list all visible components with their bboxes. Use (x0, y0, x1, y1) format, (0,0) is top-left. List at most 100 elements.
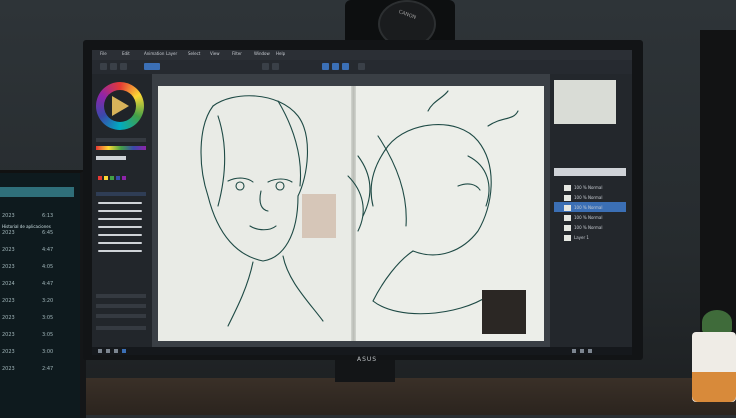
menu-item[interactable]: Select (188, 51, 200, 56)
menu-item[interactable]: View (210, 51, 220, 56)
menu-item[interactable]: Filter (232, 51, 242, 56)
list-item[interactable]: 2023 6:45 (2, 230, 72, 242)
list-item-time: 4:47 (42, 247, 54, 253)
list-item-time: 2:47 (42, 366, 54, 372)
new-file-icon[interactable] (100, 63, 107, 70)
volume-icon[interactable] (580, 349, 584, 353)
swatch[interactable] (104, 176, 108, 180)
list-item-time: 6:13 (42, 213, 54, 219)
layer-name: 100 % Normal (574, 205, 603, 210)
menu-item[interactable]: Window (254, 51, 270, 56)
left-pupil-left (235, 181, 245, 191)
menu-item[interactable]: Layer (166, 51, 177, 56)
opacity-slider[interactable] (96, 304, 146, 308)
app-icon[interactable] (122, 349, 126, 353)
hue-slider[interactable] (96, 146, 146, 150)
swatch[interactable] (122, 176, 126, 180)
layer-row[interactable]: 100 % Normal (554, 224, 626, 232)
reference-photo-profiles[interactable] (482, 290, 526, 334)
layer-row[interactable]: Layer 1 (554, 234, 626, 242)
left-tool-panel (92, 74, 152, 347)
layer-thumbnail (564, 235, 571, 241)
list-item-date: 2023 (2, 315, 15, 321)
brush-preset[interactable] (98, 234, 142, 236)
list-item-date: 2023 (2, 230, 15, 236)
brush-tab-active[interactable] (96, 192, 146, 196)
list-item-time: 6:45 (42, 230, 54, 236)
list-item-time: 3:20 (42, 298, 54, 304)
start-icon[interactable] (98, 349, 102, 353)
list-item[interactable]: 2023 3:05 (2, 332, 72, 344)
list-item[interactable]: 2023 2:47 (2, 366, 72, 378)
layer-blend-select[interactable] (554, 168, 626, 176)
navigator-thumbnail[interactable] (554, 80, 616, 124)
right-hair-strand (357, 155, 371, 217)
left-mouth (249, 225, 277, 231)
save-icon[interactable] (120, 63, 127, 70)
list-item[interactable]: 2023 3:20 (2, 298, 72, 310)
list-item[interactable]: 2023 4:47 (2, 247, 72, 259)
brush-preset[interactable] (98, 226, 142, 228)
color-picker-triangle[interactable] (112, 96, 129, 116)
swatch[interactable] (98, 176, 102, 180)
list-item-date: 2023 (2, 298, 15, 304)
right-head-outline (387, 124, 492, 256)
list-item[interactable]: 2023 3:05 (2, 315, 72, 327)
layer-thumbnail (564, 185, 571, 191)
transform-icon[interactable] (342, 63, 349, 70)
layer-thumbnail (564, 205, 571, 211)
color-slider[interactable] (96, 138, 146, 142)
files-icon[interactable] (114, 349, 118, 353)
redo-icon[interactable] (272, 63, 279, 70)
search-icon[interactable] (106, 349, 110, 353)
current-color-swatch[interactable] (96, 156, 126, 160)
monitor-brand-logo: ASUS (357, 356, 378, 363)
list-item[interactable]: 2023 4:05 (2, 264, 72, 276)
layer-row[interactable]: 100 % Normal (554, 184, 626, 192)
stabilizer-slider[interactable] (96, 314, 146, 318)
brush-preset[interactable] (98, 242, 142, 244)
wifi-icon[interactable] (572, 349, 576, 353)
menu-item[interactable]: Help (276, 51, 285, 56)
menu-item[interactable]: File (100, 51, 107, 56)
list-item-time: 4:05 (42, 264, 54, 270)
list-item-time: 3:00 (42, 349, 54, 355)
brush-preset[interactable] (98, 210, 142, 212)
list-item-date: 2023 (2, 332, 15, 338)
plant-pot-base (692, 372, 736, 402)
grid-icon[interactable] (358, 63, 365, 70)
right-face-profile (467, 155, 490, 207)
layer-name: 100 % Normal (574, 195, 603, 200)
list-item-date: 2023 (2, 213, 15, 219)
brush-size-slider[interactable] (96, 294, 146, 298)
active-tool-tab[interactable] (144, 63, 160, 70)
list-item-date: 2024 (2, 281, 15, 287)
blend-mode-select[interactable] (96, 326, 146, 330)
lasso-icon[interactable] (332, 63, 339, 70)
brush-preset[interactable] (98, 202, 142, 204)
left-nose (259, 190, 269, 212)
menu-item[interactable]: Animation (144, 51, 164, 56)
layer-row[interactable]: 100 % Normal (554, 214, 626, 222)
select-icon[interactable] (322, 63, 329, 70)
list-item-date: 2023 (2, 366, 15, 372)
undo-icon[interactable] (262, 63, 269, 70)
left-hair-strand (217, 115, 226, 207)
list-item[interactable]: 2024 4:47 (2, 281, 72, 293)
right-hair-strand (370, 145, 389, 207)
swatch[interactable] (110, 176, 114, 180)
battery-icon[interactable] (588, 349, 592, 353)
layer-row[interactable]: 100 % Normal (554, 194, 626, 202)
brush-preset[interactable] (98, 218, 142, 220)
open-file-icon[interactable] (110, 63, 117, 70)
reference-photo-woman[interactable] (302, 194, 336, 238)
swatch[interactable] (116, 176, 120, 180)
list-item[interactable]: 2023 3:00 (2, 349, 72, 361)
right-hair-strand (347, 175, 364, 232)
menu-item[interactable]: Edit (122, 51, 130, 56)
brush-preset[interactable] (98, 250, 142, 252)
list-item-time: 3:05 (42, 315, 54, 321)
left-pupil-right (275, 181, 285, 191)
layer-row[interactable]: 100 % Normal (554, 204, 626, 212)
left-neck-left (227, 261, 254, 327)
